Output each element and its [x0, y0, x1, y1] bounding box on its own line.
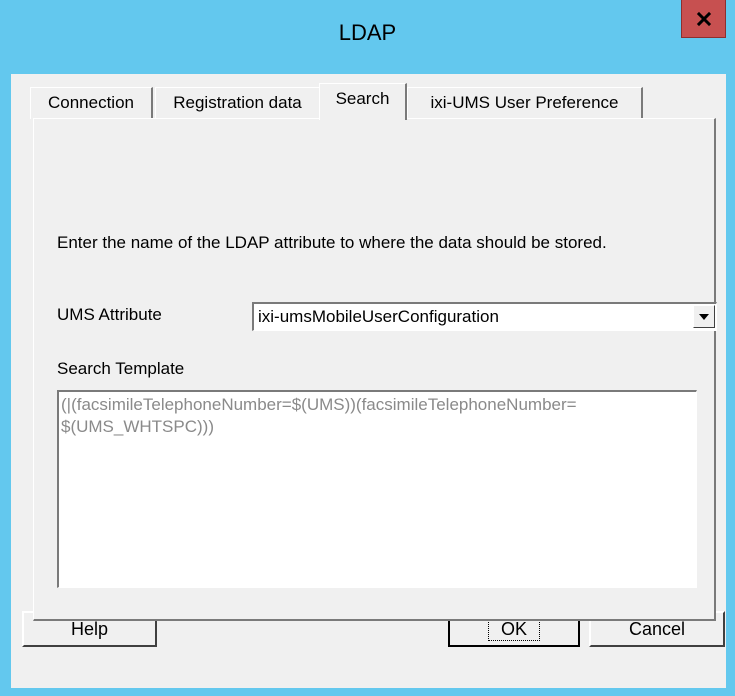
close-button[interactable] — [681, 0, 726, 38]
tab-label: Connection — [47, 93, 134, 112]
tab-label: Registration data — [173, 93, 302, 112]
title-bar: LDAP — [0, 0, 735, 74]
search-template-textarea[interactable]: (|(facsimileTelephoneNumber=$(UMS))(facs… — [57, 390, 697, 588]
close-icon — [696, 11, 711, 26]
tab-ixi-ums-user-preference[interactable]: ixi-UMS User Preference — [407, 87, 643, 119]
tab-label: Search — [335, 89, 390, 108]
dropdown-button[interactable] — [693, 305, 715, 328]
dialog-client-area: Connection Registration data Search ixi-… — [11, 74, 726, 688]
ums-attribute-dropdown[interactable]: ixi-umsMobileUserConfiguration — [252, 302, 717, 331]
window-title: LDAP — [338, 20, 397, 45]
search-template-text: (|(facsimileTelephoneNumber=$(UMS))(facs… — [61, 395, 577, 436]
cancel-button-label: Cancel — [628, 618, 686, 639]
tab-search[interactable]: Search — [319, 83, 407, 120]
chevron-down-icon — [699, 313, 709, 320]
help-button-label: Help — [70, 618, 109, 639]
tab-registration-data[interactable]: Registration data — [155, 87, 321, 119]
search-description: Enter the name of the LDAP attribute to … — [57, 233, 607, 252]
search-template-label: Search Template — [57, 359, 185, 378]
ums-attribute-label: UMS Attribute — [57, 305, 162, 324]
tab-connection[interactable]: Connection — [30, 87, 153, 119]
tab-panel-search: Enter the name of the LDAP attribute to … — [33, 118, 717, 621]
ums-attribute-value: ixi-umsMobileUserConfiguration — [258, 307, 499, 326]
tab-label: ixi-UMS User Preference — [430, 93, 619, 112]
